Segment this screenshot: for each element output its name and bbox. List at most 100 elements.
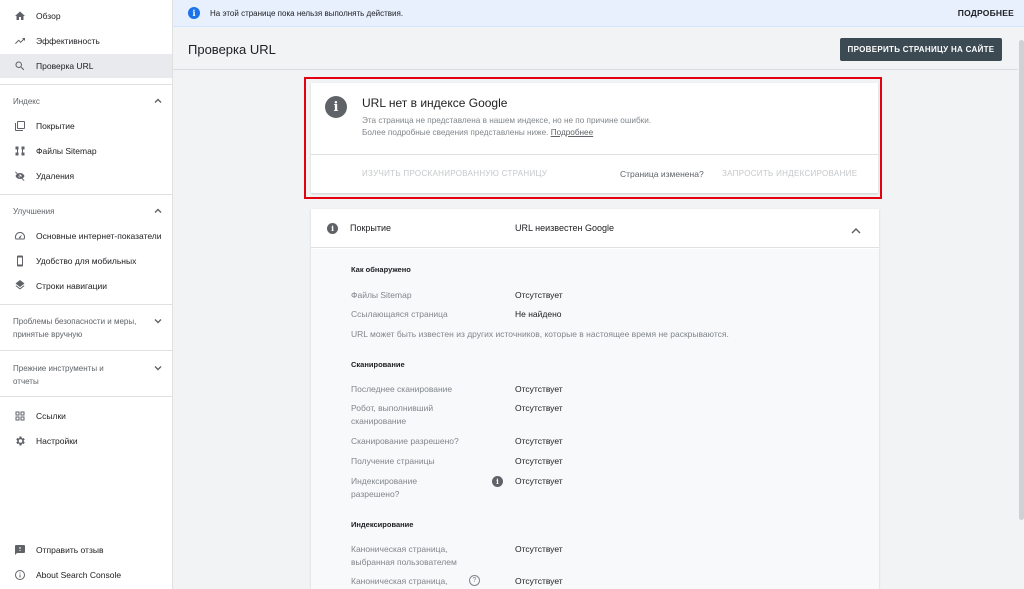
- coverage-icon: [13, 119, 27, 133]
- gear-icon: [13, 434, 27, 448]
- sidebar-divider: [0, 350, 172, 351]
- status-desc-text: Более подробные сведения представлены ни…: [362, 128, 549, 137]
- info-icon: i: [325, 96, 347, 118]
- trending-up-icon: [13, 34, 27, 48]
- chevron-down-icon: [153, 363, 163, 373]
- coverage-label: Покрытие: [350, 223, 392, 233]
- sidebar-item-mobile-usability[interactable]: Удобство для мобильных: [0, 249, 172, 273]
- detail-value: Отсутствует: [515, 544, 563, 554]
- scrollbar-thumb[interactable]: [1019, 40, 1024, 520]
- detail-key: Робот, выполнивший сканирование: [351, 403, 434, 426]
- status-desc-line: Эта страница не представлена в нашем инд…: [362, 116, 652, 125]
- sidebar-item-performance[interactable]: Эффективность: [0, 29, 172, 53]
- sidebar-item-feedback[interactable]: Отправить отзыв: [0, 538, 172, 562]
- request-indexing-button[interactable]: ЗАПРОСИТЬ ИНДЕКСИРОВАНИЕ: [722, 169, 857, 178]
- section-title: Улучшения: [13, 207, 55, 216]
- sidebar-item-url-inspection[interactable]: Проверка URL: [0, 54, 172, 78]
- view-crawled-page-button[interactable]: ИЗУЧИТЬ ПРОСКАНИРОВАННУЮ СТРАНИЦУ: [362, 169, 547, 178]
- test-live-url-button[interactable]: ПРОВЕРИТЬ СТРАНИЦУ НА САЙТЕ: [840, 38, 1002, 61]
- card-divider: [311, 154, 878, 155]
- detail-key: Файлы Sitemap: [351, 290, 412, 300]
- eye-off-icon: [13, 169, 27, 183]
- coverage-card: i Покрытие URL неизвестен Google Как обн…: [311, 209, 879, 589]
- index-status-card: i URL нет в индексе Google Эта страница …: [311, 83, 878, 193]
- sidebar-item-removals[interactable]: Удаления: [0, 164, 172, 188]
- page-header: Проверка URL ПРОВЕРИТЬ СТРАНИЦУ НА САЙТЕ: [173, 28, 1024, 70]
- sidebar-item-coverage[interactable]: Покрытие: [0, 114, 172, 138]
- sidebar-section-enhancements[interactable]: Улучшения: [13, 205, 163, 218]
- chevron-up-icon[interactable]: [850, 223, 862, 234]
- detail-key: Последнее сканирование: [351, 384, 453, 394]
- sitemap-icon: [13, 144, 27, 158]
- status-title: URL нет в индексе Google: [362, 96, 508, 110]
- phone-icon: [13, 254, 27, 268]
- coverage-value: URL неизвестен Google: [515, 223, 615, 233]
- detail-key: Получение страницы: [351, 456, 435, 466]
- info-icon: [13, 568, 27, 582]
- section-title: Прежние инструменты и отчеты: [13, 364, 104, 386]
- sidebar-section-legacy[interactable]: Прежние инструменты и отчеты: [13, 362, 163, 388]
- detail-value: Отсутствует: [515, 476, 563, 486]
- sidebar-section-security[interactable]: Проблемы безопасности и меры, принятые в…: [13, 315, 163, 341]
- sidebar-item-web-vitals[interactable]: Основные интернет-показатели: [0, 224, 172, 248]
- section-title: Индекс: [13, 97, 40, 106]
- section-crawl-title: Сканирование: [351, 360, 405, 369]
- detail-key: Ссылающаяся страница: [351, 309, 448, 319]
- detail-key: Каноническая страница, выбранная пользов…: [351, 544, 457, 567]
- section-discovery-title: Как обнаружено: [351, 265, 411, 274]
- sidebar-item-label: Эффективность: [36, 36, 100, 46]
- sidebar-item-settings[interactable]: Настройки: [0, 429, 172, 453]
- banner-message: На этой странице пока нельзя выполнять д…: [210, 8, 404, 18]
- detail-key: Индексирование разрешено?: [351, 476, 418, 499]
- sidebar-item-label: Ссылки: [36, 411, 66, 421]
- sidebar-divider: [0, 194, 172, 195]
- sidebar-divider: [0, 84, 172, 85]
- coverage-header[interactable]: i Покрытие URL неизвестен Google: [311, 209, 879, 248]
- learn-more-link[interactable]: Подробнее: [551, 128, 593, 137]
- sidebar-item-label: About Search Console: [36, 570, 122, 580]
- detail-value: Не найдено: [515, 309, 562, 319]
- feedback-icon: [13, 543, 27, 557]
- home-icon: [13, 9, 27, 23]
- sidebar: Обзор Эффективность Проверка URL Индекс …: [0, 0, 173, 589]
- status-description: Эта страница не представлена в нашем инд…: [362, 115, 832, 139]
- sidebar-item-links[interactable]: Ссылки: [0, 404, 172, 428]
- sidebar-item-breadcrumbs[interactable]: Строки навигации: [0, 274, 172, 298]
- info-icon[interactable]: i: [492, 476, 503, 487]
- detail-value: Отсутствует: [515, 403, 563, 413]
- status-desc-line2: Более подробные сведения представлены ни…: [362, 127, 832, 139]
- info-icon: i: [188, 7, 200, 19]
- sidebar-item-overview[interactable]: Обзор: [0, 4, 172, 28]
- sidebar-item-label: Проверка URL: [36, 61, 94, 71]
- info-icon: i: [327, 223, 338, 234]
- help-icon[interactable]: ?: [469, 575, 480, 586]
- section-title: Проблемы безопасности и меры, принятые в…: [13, 317, 137, 339]
- detail-value: Отсутствует: [515, 456, 563, 466]
- sidebar-item-label: Настройки: [36, 436, 78, 446]
- banner-more-link[interactable]: ПОДРОБНЕЕ: [958, 8, 1014, 18]
- sidebar-divider: [0, 304, 172, 305]
- section-indexing-title: Индексирование: [351, 520, 414, 529]
- links-icon: [13, 409, 27, 423]
- sidebar-section-index[interactable]: Индекс: [13, 95, 163, 108]
- coverage-details: Как обнаружено Файлы Sitemap Отсутствует…: [311, 249, 879, 589]
- chevron-up-icon: [153, 206, 163, 216]
- detail-value: Отсутствует: [515, 290, 563, 300]
- sidebar-item-label: Удаления: [36, 171, 75, 181]
- layers-icon: [13, 279, 27, 293]
- chevron-down-icon: [153, 316, 163, 326]
- detail-key: Каноническая страница,: [351, 576, 448, 586]
- sidebar-item-label: Покрытие: [36, 121, 75, 131]
- page-title: Проверка URL: [188, 42, 276, 57]
- sidebar-divider: [0, 396, 172, 397]
- sidebar-item-sitemaps[interactable]: Файлы Sitemap: [0, 139, 172, 163]
- detail-value: Отсутствует: [515, 436, 563, 446]
- sidebar-item-label: Файлы Sitemap: [36, 146, 97, 156]
- sidebar-item-label: Строки навигации: [36, 281, 108, 291]
- sidebar-item-label: Удобство для мобильных: [36, 256, 137, 266]
- detail-value: Отсутствует: [515, 576, 563, 586]
- page-changed-label: Страница изменена?: [620, 169, 704, 179]
- sidebar-item-label: Обзор: [36, 11, 61, 21]
- sidebar-item-about[interactable]: About Search Console: [0, 563, 172, 587]
- info-banner: i На этой странице пока нельзя выполнять…: [173, 0, 1024, 27]
